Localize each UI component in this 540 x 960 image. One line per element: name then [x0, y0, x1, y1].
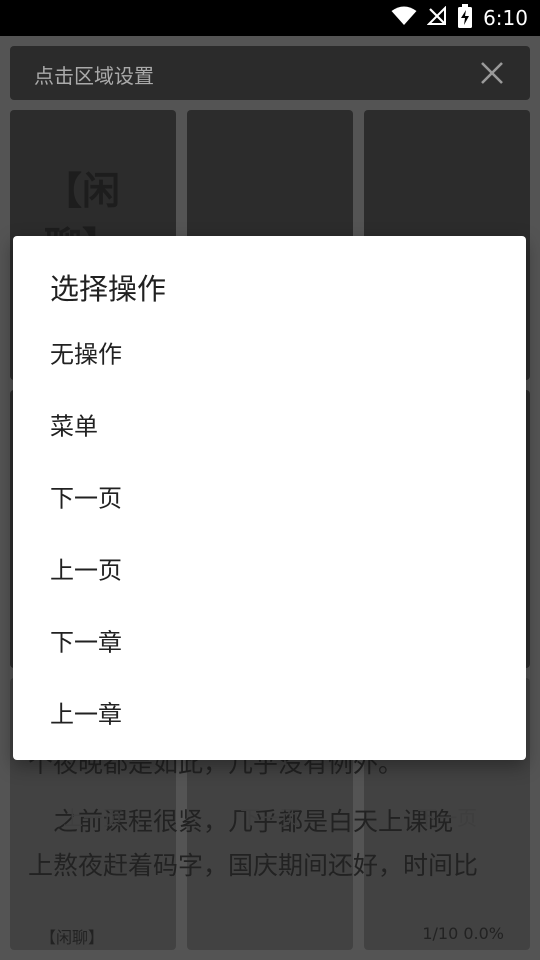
option-next-page[interactable]: 下一页: [13, 460, 526, 532]
option-menu[interactable]: 菜单: [13, 388, 526, 460]
chapter-footer: 【闲聊】: [40, 928, 105, 947]
region-bottom-left-label: 上一页: [63, 806, 123, 830]
option-label: 上一页: [50, 556, 122, 585]
option-prev-page[interactable]: 上一页: [13, 532, 526, 604]
dialog-title: 选择操作: [50, 272, 167, 306]
settings-title: 点击区域设置: [34, 64, 154, 88]
option-label: 下一页: [50, 484, 122, 513]
status-time: 6:10: [483, 6, 528, 30]
close-icon[interactable]: [480, 61, 504, 89]
status-bar: 6:10: [0, 0, 540, 36]
status-icons: 6:10: [391, 0, 528, 36]
no-signal-icon: [426, 5, 447, 30]
option-label: 下一章: [50, 628, 122, 657]
option-prev-chapter[interactable]: 上一章: [13, 676, 526, 748]
option-label: 菜单: [50, 412, 98, 441]
option-no-action[interactable]: 无操作: [13, 316, 526, 388]
battery-charging-icon: [457, 4, 473, 32]
settings-header: 点击区域设置: [10, 46, 530, 100]
wifi-icon: [391, 6, 417, 30]
option-label: 无操作: [50, 340, 122, 369]
region-bottom-right-label: 下一页: [417, 806, 477, 830]
option-label: 上一章: [50, 700, 122, 729]
region-bottom-center-label: 下一页: [240, 806, 300, 830]
page-progress: 1/10 0.0%: [422, 924, 504, 943]
select-action-dialog: 选择操作 无操作 菜单 下一页 上一页 下一章 上一章: [13, 236, 526, 760]
option-next-chapter[interactable]: 下一章: [13, 604, 526, 676]
